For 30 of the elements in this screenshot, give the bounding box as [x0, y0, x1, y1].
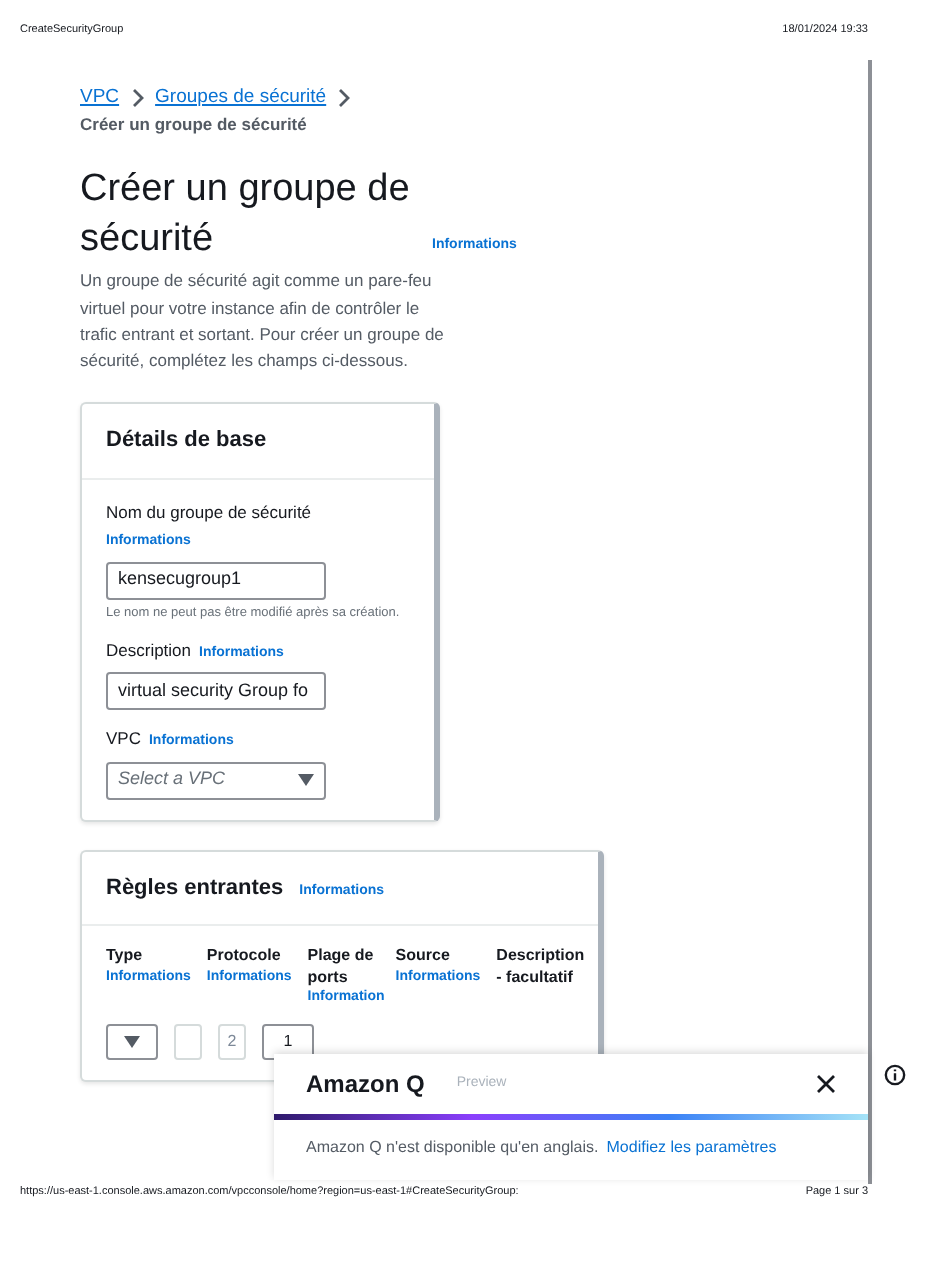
input-field: 2: [218, 1024, 246, 1061]
column-header: Type: [106, 946, 145, 968]
breadcrumb-current: Créer un groupe de sécurité: [80, 112, 309, 138]
breadcrumb-link[interactable]: Groupes de sécurité: [155, 84, 327, 113]
caret-icon: [298, 774, 314, 787]
select-field[interactable]: [106, 1024, 158, 1061]
column-header: Description - facultatif: [496, 946, 585, 988]
info-icon[interactable]: [884, 1064, 906, 1086]
text-field[interactable]: kensecugroup1: [106, 561, 326, 600]
chevron-right-icon: [129, 88, 146, 109]
page-description: Un groupe de sécurité agit comme un pare-feu virtuel pour votre instance afin de contrôler le trafic entrant et sortant. Pour créer un groupe de sécurité, complétez les champs ci-dessous.: [80, 268, 446, 374]
caret-icon: [124, 1036, 140, 1049]
chevron-right-icon: [336, 88, 353, 109]
panel-message: Amazon Q n'est disponible qu'en anglais.: [306, 1138, 599, 1156]
settings-link[interactable]: Modifiez les paramètres: [606, 1138, 777, 1156]
column-header: Source: [395, 946, 452, 968]
select-field[interactable]: Select a VPC: [106, 761, 326, 800]
field-label: Description: [106, 639, 192, 660]
column-header: Protocole: [206, 946, 283, 968]
card-title: Détails de base: [82, 404, 434, 480]
field-label: VPC: [106, 728, 141, 749]
panel-title: Amazon Q: [306, 1068, 425, 1102]
page-title: Créer un groupe de sécurité: [80, 166, 412, 264]
column-header: Plage de ports: [307, 946, 376, 988]
card-title: Règles entrantes: [106, 873, 284, 904]
text-field[interactable]: virtual security Group fo: [106, 672, 326, 711]
close-button[interactable]: [816, 1074, 836, 1094]
field-label: Nom du groupe de sécurité: [106, 501, 312, 522]
select-placeholder: Select a VPC: [118, 766, 226, 793]
breadcrumb-link[interactable]: VPC: [80, 84, 120, 113]
